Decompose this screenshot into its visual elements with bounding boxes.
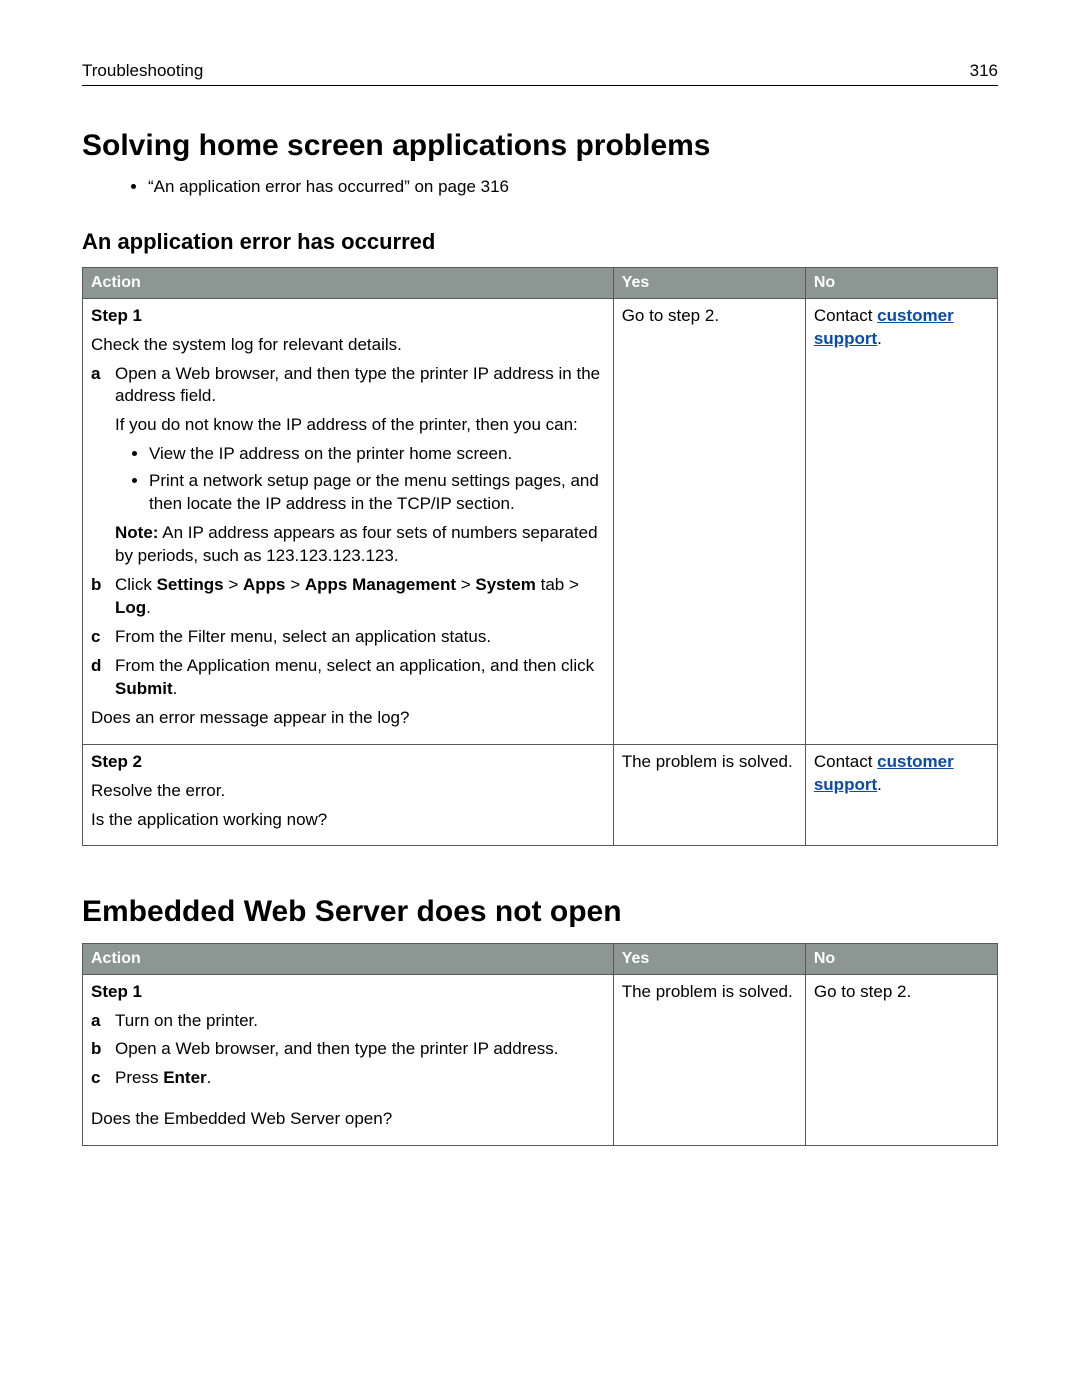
cell-action-step2: Step 2 Resolve the error. Is the applica… [83,744,614,846]
header-section: Troubleshooting [82,60,203,83]
ews-substep-a: aTurn on the printer. [91,1010,605,1033]
ews-substep-c: c Press Enter. [91,1067,605,1090]
cell-yes-step1: Go to step 2. [613,298,805,744]
heading-app-error: An application error has occurred [82,227,998,257]
note-text: An IP address appears as four sets of nu… [115,523,598,565]
substep-d-pre: From the Application menu, select an app… [115,656,594,675]
heading-solving-problems: Solving home screen applications problem… [82,126,998,167]
ip-option-2: Print a network setup page or the menu s… [149,470,605,516]
ews-step-1-label: Step 1 [91,981,605,1004]
step-2-question: Is the application working now? [91,809,605,832]
path-apps-mgmt: Apps Management [305,575,456,594]
ip-note: Note: An IP address appears as four sets… [115,522,605,568]
table-app-error: Action Yes No Step 1 Check the system lo… [82,267,998,846]
ip-option-1: View the IP address on the printer home … [149,443,605,466]
th-action: Action [83,943,614,974]
enter-key-label: Enter [163,1068,206,1087]
th-action: Action [83,268,614,299]
cell-no-ews1: Go to step 2. [805,974,997,1146]
step-1-label: Step 1 [91,305,605,328]
th-no: No [805,943,997,974]
cell-action-ews1: Step 1 aTurn on the printer. bOpen a Web… [83,974,614,1146]
topic-list: “An application error has occurred” on p… [108,176,998,199]
submit-label: Submit [115,679,173,698]
substep-b-pre: Click [115,575,157,594]
substep-b: b Click Settings > Apps > Apps Managemen… [91,574,605,620]
path-apps: Apps [243,575,286,594]
cell-yes-step2: The problem is solved. [613,744,805,846]
substep-a: a Open a Web browser, and then type the … [91,363,605,569]
ews-substep-b: bOpen a Web browser, and then type the p… [91,1038,605,1061]
table-row: Step 1 Check the system log for relevant… [83,298,998,744]
heading-ews-not-open: Embedded Web Server does not open [82,892,998,933]
path-settings: Settings [157,575,224,594]
substep-a-note: If you do not know the IP address of the… [115,414,605,437]
cell-action-step1: Step 1 Check the system log for relevant… [83,298,614,744]
cell-yes-ews1: The problem is solved. [613,974,805,1146]
th-no: No [805,268,997,299]
table-row: Step 1 aTurn on the printer. bOpen a Web… [83,974,998,1146]
path-log: Log [115,598,146,617]
step-2-label: Step 2 [91,751,605,774]
note-label: Note: [115,523,158,542]
th-yes: Yes [613,268,805,299]
step-1-question: Does an error message appear in the log? [91,707,605,730]
substep-a-text: Open a Web browser, and then type the pr… [115,364,600,406]
cell-no-step1: Contact customer support. [805,298,997,744]
substep-c: cFrom the Filter menu, select an applica… [91,626,605,649]
topic-link-app-error[interactable]: “An application error has occurred” on p… [148,176,998,199]
page-header: Troubleshooting 316 [82,60,998,86]
substep-c-text: From the Filter menu, select an applicat… [115,627,491,646]
table-ews: Action Yes No Step 1 aTurn on the printe… [82,943,998,1146]
substep-d: d From the Application menu, select an a… [91,655,605,701]
step-2-line: Resolve the error. [91,780,605,803]
ews-step-1-question: Does the Embedded Web Server open? [91,1108,605,1131]
header-page-number: 316 [970,60,998,83]
th-yes: Yes [613,943,805,974]
step-1-intro: Check the system log for relevant detail… [91,334,605,357]
cell-no-step2: Contact customer support. [805,744,997,846]
path-system: System [475,575,535,594]
table-row: Step 2 Resolve the error. Is the applica… [83,744,998,846]
